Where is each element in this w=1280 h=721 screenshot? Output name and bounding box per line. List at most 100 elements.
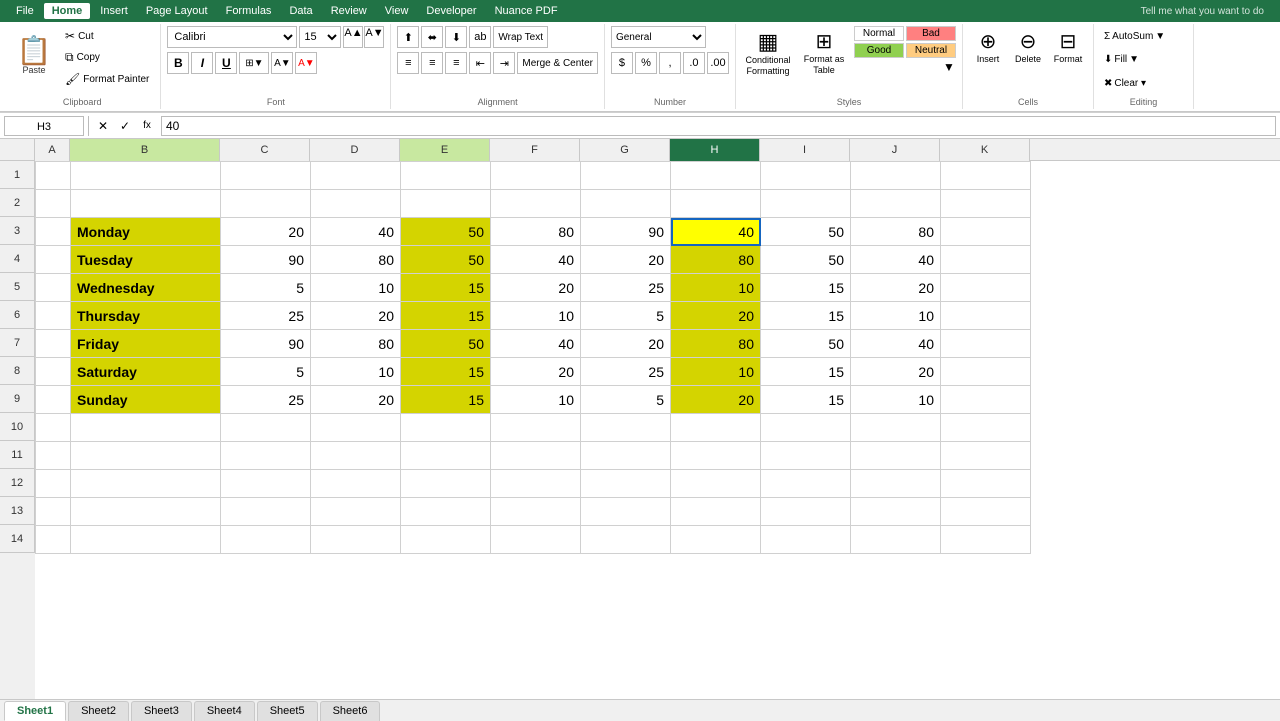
cell-H1[interactable] (671, 162, 761, 190)
cell-A3[interactable] (36, 218, 71, 246)
cell-E13[interactable] (401, 498, 491, 526)
formula-confirm-button[interactable]: ✓ (115, 116, 135, 136)
cell-I9[interactable]: 15 (761, 386, 851, 414)
cell-K12[interactable] (941, 470, 1031, 498)
underline-button[interactable]: U (215, 52, 237, 74)
align-middle-button[interactable]: ⬌ (421, 26, 443, 48)
cell-H14[interactable] (671, 526, 761, 554)
border-button[interactable]: ⊞▼ (239, 52, 269, 74)
number-format-select[interactable]: General (611, 26, 706, 48)
cell-J13[interactable] (851, 498, 941, 526)
cell-C4[interactable]: 90 (221, 246, 311, 274)
cell-D9[interactable]: 20 (311, 386, 401, 414)
conditional-formatting-button[interactable]: ▦ Conditional Formatting (742, 26, 794, 84)
row-header-6[interactable]: 6 (0, 301, 35, 329)
cell-K11[interactable] (941, 442, 1031, 470)
cell-A13[interactable] (36, 498, 71, 526)
cell-K4[interactable] (941, 246, 1031, 274)
cell-E5[interactable]: 15 (401, 274, 491, 302)
cell-G10[interactable] (581, 414, 671, 442)
cell-B12[interactable] (71, 470, 221, 498)
percent-button[interactable]: % (635, 52, 657, 74)
cell-D11[interactable] (311, 442, 401, 470)
cell-G11[interactable] (581, 442, 671, 470)
cell-I14[interactable] (761, 526, 851, 554)
cell-C2[interactable] (221, 190, 311, 218)
row-header-14[interactable]: 14 (0, 525, 35, 553)
cell-D1[interactable] (311, 162, 401, 190)
cell-D13[interactable] (311, 498, 401, 526)
cell-C10[interactable] (221, 414, 311, 442)
cell-K3[interactable] (941, 218, 1031, 246)
cell-C14[interactable] (221, 526, 311, 554)
cell-A11[interactable] (36, 442, 71, 470)
cell-G14[interactable] (581, 526, 671, 554)
cell-E9[interactable]: 15 (401, 386, 491, 414)
align-left-button[interactable]: ≡ (397, 52, 419, 74)
cell-D14[interactable] (311, 526, 401, 554)
bold-button[interactable]: B (167, 52, 189, 74)
autosum-button[interactable]: Σ AutoSum▼ (1100, 26, 1169, 46)
cell-E12[interactable] (401, 470, 491, 498)
cell-C13[interactable] (221, 498, 311, 526)
cell-C3[interactable]: 20 (221, 218, 311, 246)
row-header-12[interactable]: 12 (0, 469, 35, 497)
menu-insert[interactable]: Insert (92, 3, 136, 19)
col-header-G[interactable]: G (580, 139, 670, 161)
cell-C11[interactable] (221, 442, 311, 470)
row-header-2[interactable]: 2 (0, 189, 35, 217)
cell-F9[interactable]: 10 (491, 386, 581, 414)
cell-H12[interactable] (671, 470, 761, 498)
cell-B4[interactable]: Tuesday (71, 246, 221, 274)
cell-G1[interactable] (581, 162, 671, 190)
cell-C8[interactable]: 5 (221, 358, 311, 386)
cell-I12[interactable] (761, 470, 851, 498)
formula-input[interactable] (161, 116, 1276, 136)
cell-I1[interactable] (761, 162, 851, 190)
cell-K13[interactable] (941, 498, 1031, 526)
select-all-button[interactable] (0, 139, 34, 161)
col-header-J[interactable]: J (850, 139, 940, 161)
cell-H13[interactable] (671, 498, 761, 526)
increase-indent-button[interactable]: ⇥ (493, 52, 515, 74)
row-header-7[interactable]: 7 (0, 329, 35, 357)
cell-G8[interactable]: 25 (581, 358, 671, 386)
cell-A5[interactable] (36, 274, 71, 302)
cell-B5[interactable]: Wednesday (71, 274, 221, 302)
cell-K14[interactable] (941, 526, 1031, 554)
cell-J12[interactable] (851, 470, 941, 498)
cell-J5[interactable]: 20 (851, 274, 941, 302)
cell-H8[interactable]: 10 (671, 358, 761, 386)
col-header-F[interactable]: F (490, 139, 580, 161)
cell-D12[interactable] (311, 470, 401, 498)
cell-B8[interactable]: Saturday (71, 358, 221, 386)
decrease-decimal-button[interactable]: .0 (683, 52, 705, 74)
cell-F2[interactable] (491, 190, 581, 218)
increase-decimal-button[interactable]: .00 (707, 52, 729, 74)
cell-J7[interactable]: 40 (851, 330, 941, 358)
name-box[interactable]: H3 (4, 116, 84, 136)
styles-expand-arrow[interactable]: ▼ (942, 60, 956, 74)
style-neutral[interactable]: Neutral (906, 43, 956, 58)
menu-file[interactable]: File (8, 3, 42, 19)
col-header-K[interactable]: K (940, 139, 1030, 161)
cell-C7[interactable]: 90 (221, 330, 311, 358)
cell-E11[interactable] (401, 442, 491, 470)
cell-D3[interactable]: 40 (311, 218, 401, 246)
cell-I5[interactable]: 15 (761, 274, 851, 302)
fill-button[interactable]: ⬇ Fill▼ (1100, 49, 1143, 69)
align-top-button[interactable]: ⬆ (397, 26, 419, 48)
row-header-3[interactable]: 3 (0, 217, 35, 245)
cell-J14[interactable] (851, 526, 941, 554)
cell-E6[interactable]: 15 (401, 302, 491, 330)
cell-B10[interactable] (71, 414, 221, 442)
cell-B11[interactable] (71, 442, 221, 470)
cell-E2[interactable] (401, 190, 491, 218)
align-bottom-button[interactable]: ⬇ (445, 26, 467, 48)
cell-F4[interactable]: 40 (491, 246, 581, 274)
row-header-1[interactable]: 1 (0, 161, 35, 189)
cell-J6[interactable]: 10 (851, 302, 941, 330)
menu-nuance-pdf[interactable]: Nuance PDF (487, 3, 566, 19)
cell-A7[interactable] (36, 330, 71, 358)
cell-I11[interactable] (761, 442, 851, 470)
